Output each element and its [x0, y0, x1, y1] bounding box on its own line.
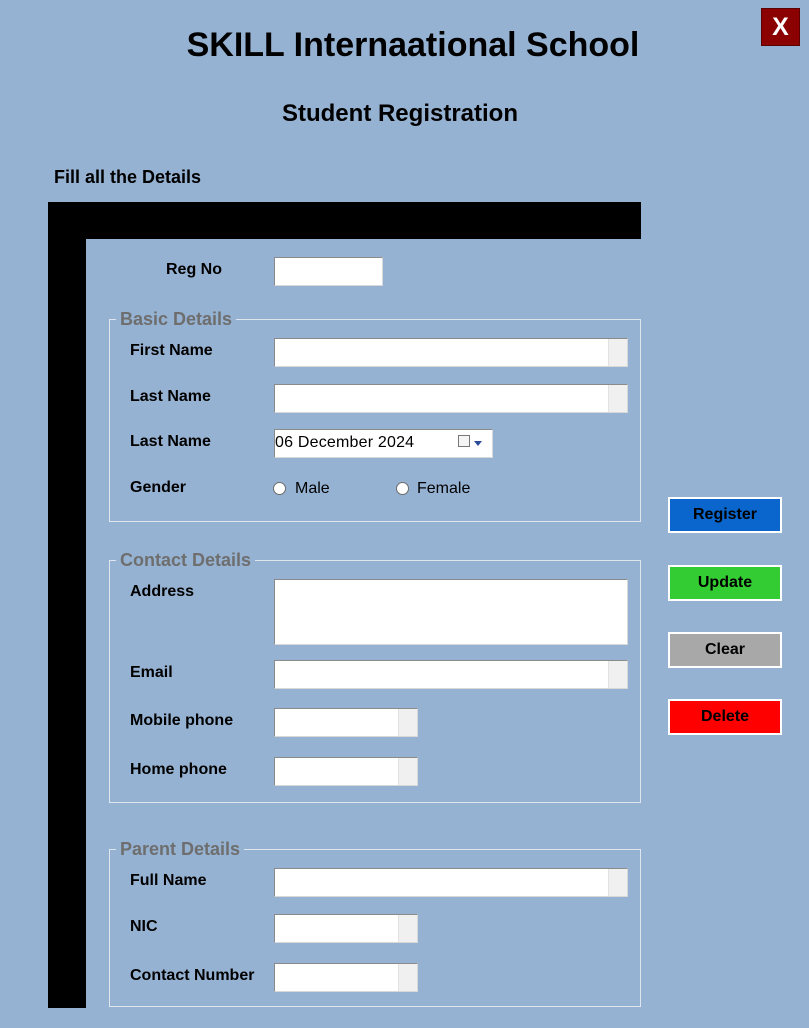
nic-input[interactable]	[274, 914, 418, 943]
first-name-scrollbar[interactable]	[608, 339, 627, 366]
date-picker[interactable]: 06 December 2024	[274, 429, 493, 458]
gender-male-radio[interactable]	[273, 482, 286, 495]
page-subtitle: Student Registration	[281, 100, 518, 127]
date-value: 06 December 2024	[275, 434, 415, 451]
email-input[interactable]	[274, 660, 628, 689]
full-name-label: Full Name	[130, 872, 207, 889]
mobile-phone-scrollbar[interactable]	[398, 709, 417, 736]
panel-frame-top	[48, 202, 641, 239]
app-title: SKILL Internaational School	[186, 26, 640, 64]
first-name-input[interactable]	[274, 338, 628, 367]
last-name-scrollbar[interactable]	[608, 385, 627, 412]
email-scrollbar[interactable]	[608, 661, 627, 688]
panel-frame-left	[48, 202, 86, 1008]
gender-female-label: Female	[417, 480, 471, 497]
home-phone-input[interactable]	[274, 757, 418, 786]
gender-label: Gender	[130, 479, 187, 496]
gender-female-radio[interactable]	[396, 482, 409, 495]
address-label: Address	[130, 583, 195, 600]
parent-full-name-input[interactable]	[274, 868, 628, 897]
form-instruction: Fill all the Details	[54, 167, 202, 187]
delete-button[interactable]: Delete	[668, 699, 782, 735]
contact-number-scrollbar[interactable]	[398, 964, 417, 991]
basic-details-legend: Basic Details	[120, 309, 233, 329]
address-textarea[interactable]	[274, 579, 628, 645]
last-name-label: Last Name	[130, 388, 211, 405]
gender-male-label: Male	[295, 480, 330, 497]
mobile-phone-label: Mobile phone	[130, 712, 234, 729]
nic-scrollbar[interactable]	[398, 915, 417, 942]
register-button[interactable]: Register	[668, 497, 782, 533]
contact-number-label: Contact Number	[130, 967, 255, 984]
reg-no-input[interactable]	[274, 257, 383, 286]
parent-full-name-scrollbar[interactable]	[608, 869, 627, 896]
chevron-down-icon[interactable]	[474, 441, 482, 446]
contact-number-input[interactable]	[274, 963, 418, 992]
update-button[interactable]: Update	[668, 565, 782, 601]
email-label: Email	[130, 664, 173, 681]
date-label: Last Name	[130, 433, 211, 450]
nic-label: NIC	[130, 918, 158, 935]
parent-details-legend: Parent Details	[120, 839, 241, 859]
mobile-phone-input[interactable]	[274, 708, 418, 737]
calendar-icon[interactable]	[458, 435, 470, 447]
first-name-label: First Name	[130, 342, 213, 359]
last-name-input[interactable]	[274, 384, 628, 413]
contact-details-legend: Contact Details	[120, 550, 252, 570]
home-phone-scrollbar[interactable]	[398, 758, 417, 785]
clear-button[interactable]: Clear	[668, 632, 782, 668]
reg-no-label: Reg No	[166, 261, 222, 278]
home-phone-label: Home phone	[130, 761, 227, 778]
